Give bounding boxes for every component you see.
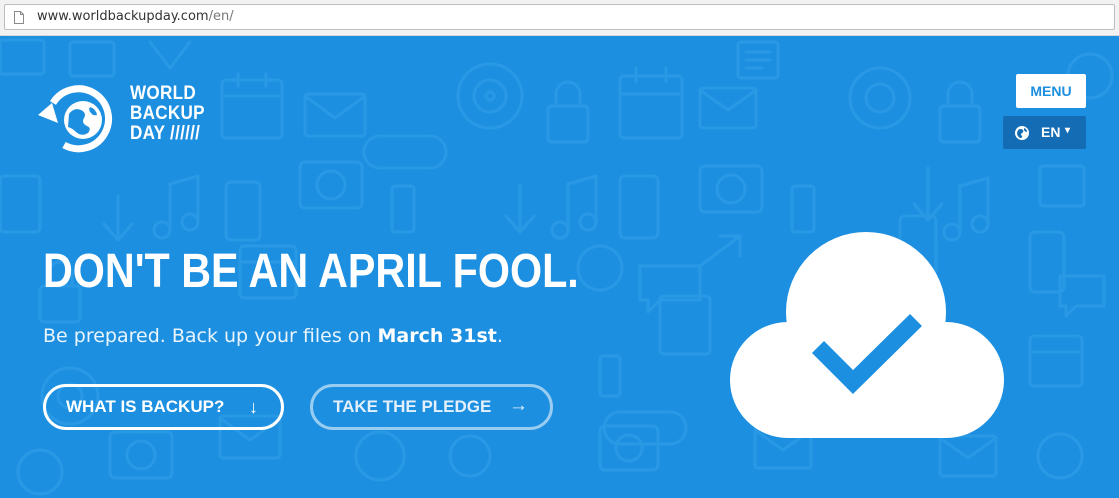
browser-address-bar: www.worldbackupday.com/en/ <box>0 0 1119 36</box>
globe-icon <box>1015 126 1029 140</box>
hero-subline: Be prepared. Back up your files on March… <box>43 325 503 347</box>
arrow-down-icon: ↓ <box>249 397 258 417</box>
subline-prefix: Be prepared. Back up your files on <box>43 325 378 347</box>
page-icon <box>14 11 24 24</box>
take-the-pledge-label: TAKE THE PLEDGE <box>333 397 492 416</box>
menu-button[interactable]: MENU <box>1016 74 1086 108</box>
logo-line-day: DAY ////// <box>130 123 201 144</box>
language-code: EN <box>1041 124 1061 140</box>
world-backup-day-logo[interactable]: WORLD BACKUP DAY ////// <box>36 78 216 156</box>
logo-text: WORLD BACKUP DAY ////// <box>130 84 205 144</box>
url-text: www.worldbackupday.com/en/ <box>37 9 234 24</box>
cloud-checkmark-icon <box>730 232 1004 438</box>
url-path: /en/ <box>208 9 234 24</box>
arrow-right-icon: → <box>509 395 528 416</box>
hero-section: WORLD BACKUP DAY ////// MENU EN ▾ DON'T … <box>0 36 1119 498</box>
logo-line-world: WORLD <box>130 83 196 104</box>
what-is-backup-button[interactable]: WHAT IS BACKUP? ↓ <box>43 384 284 430</box>
url-host: www.worldbackupday.com <box>37 9 209 24</box>
subline-suffix: . <box>496 325 503 347</box>
chevron-down-icon: ▾ <box>1065 125 1071 136</box>
rotating-globe-backup-icon <box>38 85 113 153</box>
subline-date: March 31st <box>377 325 497 347</box>
url-field[interactable]: www.worldbackupday.com/en/ <box>4 4 1115 30</box>
hero-headline: DON'T BE AN APRIL FOOL. <box>43 245 579 298</box>
what-is-backup-label: WHAT IS BACKUP? <box>66 397 225 416</box>
language-selector[interactable]: EN ▾ <box>1003 116 1086 149</box>
logo-line-backup: BACKUP <box>130 103 205 124</box>
take-the-pledge-button[interactable]: TAKE THE PLEDGE → <box>310 384 553 430</box>
